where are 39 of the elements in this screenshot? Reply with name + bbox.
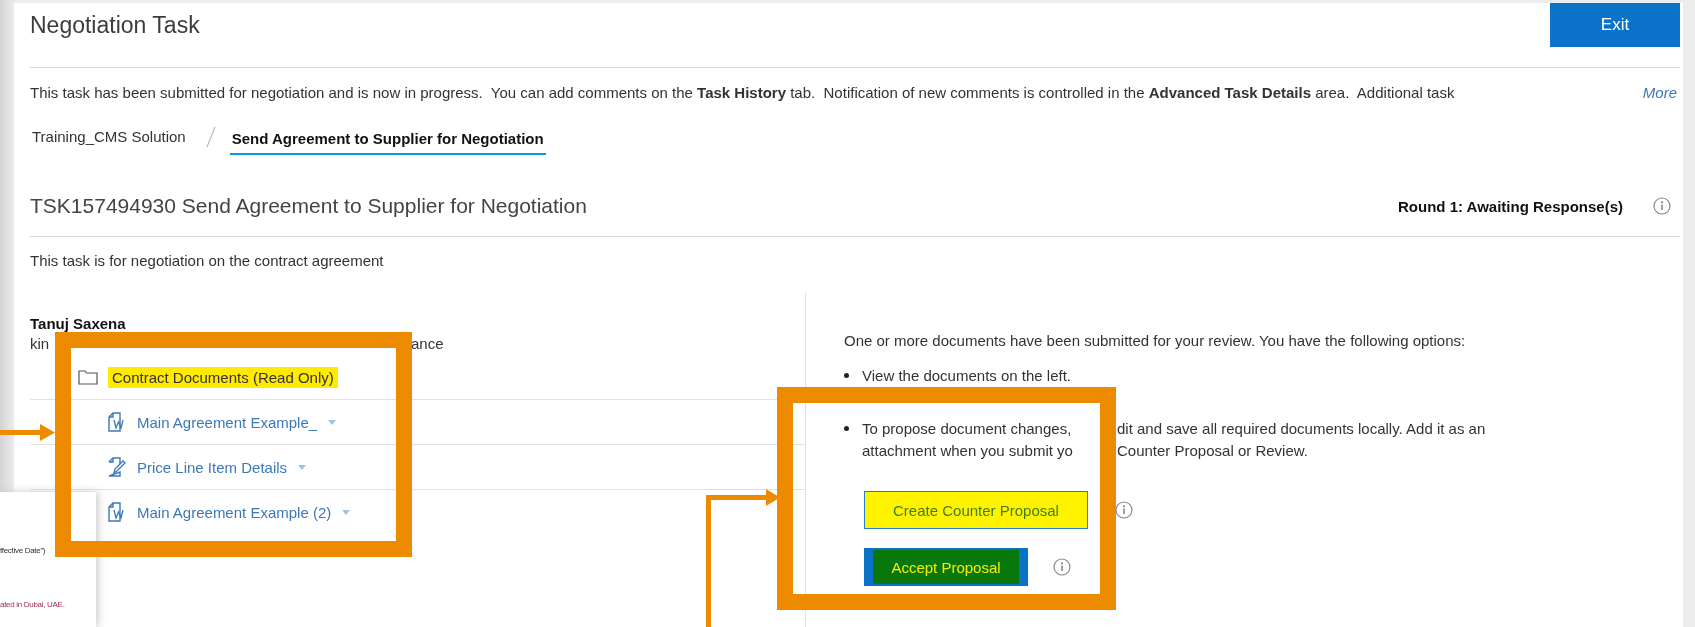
comment-author: Tanuj Saxena [30, 315, 127, 334]
exit-button[interactable]: Exit [1550, 3, 1680, 47]
breadcrumb-item[interactable]: Send Agreement to Supplier for Negotiation [229, 125, 546, 155]
bullet-icon [844, 373, 849, 378]
comment-text: kin [30, 335, 51, 354]
comment-text: ance [411, 335, 444, 354]
thumbnail-text: ated in Dubai, UAE. [0, 600, 65, 609]
caret-icon[interactable] [327, 418, 338, 426]
bullet-icon [844, 426, 849, 431]
info-icon[interactable] [1115, 501, 1133, 519]
page-title: Negotiation Task [30, 11, 200, 39]
document-icon [105, 411, 127, 433]
document-icon [105, 501, 127, 523]
task-title: TSK157494930 Send Agreement to Supplier for Negotiation [30, 194, 588, 218]
proposal-button[interactable]: Create Counter Proposal [864, 491, 1088, 529]
folder-icon [78, 369, 98, 385]
round-status: Round 1: Awaiting Response(s) [1398, 197, 1623, 215]
breadcrumb-separator-icon [203, 124, 218, 150]
document-link[interactable]: Price Line Item Details [137, 458, 288, 476]
breadcrumb-item[interactable]: Training_CMS Solution [30, 123, 188, 151]
text: To propose document changes, [862, 419, 1073, 439]
text: attachment when you submit yo [862, 441, 1074, 461]
accept-button[interactable]: Accept Proposal [864, 548, 1028, 586]
info-icon[interactable] [1053, 558, 1071, 576]
text: View the documents on the left. [862, 366, 1072, 386]
task-description: This task is for negotiation on the contract agreement [30, 252, 385, 271]
document-link[interactable]: Main Agreement Example (2) [137, 503, 332, 521]
folder-label[interactable]: Contract Documents (Read Only) [108, 366, 338, 388]
more-link[interactable]: More [1642, 83, 1677, 101]
text: dit and save all required documents locally. Add it as an [1117, 419, 1486, 439]
document-link[interactable]: Main Agreement Example_ [137, 413, 318, 431]
review-intro: One or more documents have been submitted for your review. You have the following options: [844, 332, 1467, 351]
annotation-arrow [0, 424, 55, 441]
thumbnail-text: ffective Date”) [0, 546, 46, 555]
text: Counter Proposal or Review. [1117, 441, 1308, 461]
notice-text: This task has been submitted for negotiation and is now in progress. You can add comments on the Task History tab. Notification of new comments is controlled in the Advanced Task Details area. Additional task [30, 83, 1455, 101]
caret-icon[interactable] [341, 508, 352, 516]
info-icon[interactable] [1653, 197, 1671, 215]
caret-icon[interactable] [297, 463, 308, 471]
